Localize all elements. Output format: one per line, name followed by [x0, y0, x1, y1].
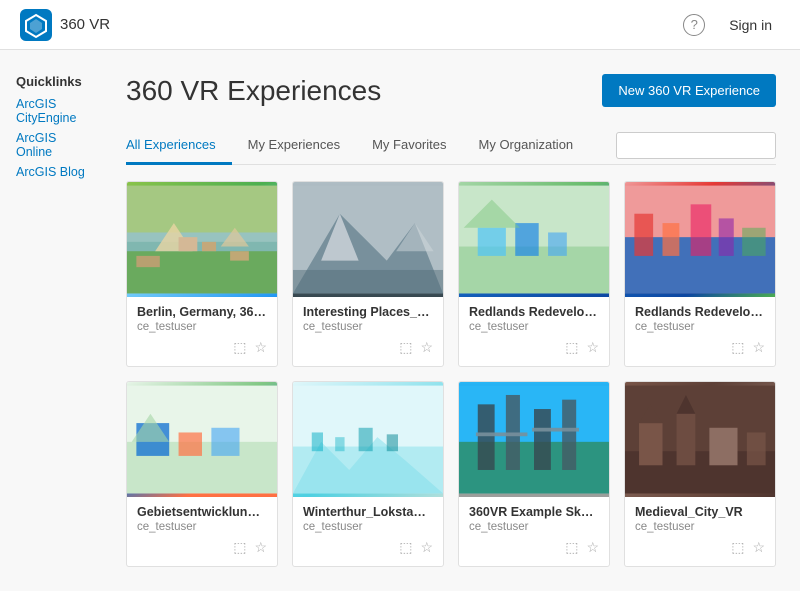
card-item[interactable]: Berlin, Germany, 360 VR E... ce_testuser…	[126, 181, 278, 367]
search-wrapper	[616, 132, 776, 159]
card-author: ce_testuser	[469, 321, 599, 333]
card-preview-icon[interactable]: ⬚	[399, 339, 412, 356]
search-input[interactable]	[616, 132, 776, 159]
card-title: Berlin, Germany, 360 VR E...	[137, 305, 267, 319]
card-info: Berlin, Germany, 360 VR E... ce_testuser…	[127, 297, 277, 366]
card-favorite-icon[interactable]: ☆	[586, 339, 599, 356]
card-author: ce_testuser	[303, 521, 433, 533]
card-thumbnail	[459, 182, 609, 297]
card-author: ce_testuser	[635, 321, 765, 333]
tabs-row: All Experiences My Experiences My Favori…	[126, 127, 776, 165]
tab-my-organization[interactable]: My Organization	[463, 127, 590, 165]
card-title: Interesting Places_360VR.js	[303, 305, 433, 319]
card-thumbnail	[127, 382, 277, 497]
card-favorite-icon[interactable]: ☆	[752, 339, 765, 356]
sign-in-button[interactable]: Sign in	[721, 13, 780, 37]
sidebar-section-title: Quicklinks	[16, 74, 94, 89]
card-info: Medieval_City_VR ce_testuser ⬚ ☆	[625, 497, 775, 566]
card-title: Medieval_City_VR	[635, 505, 765, 519]
card-thumbnail	[293, 382, 443, 497]
card-actions: ⬚ ☆	[469, 539, 599, 560]
card-info: 360VR Example Skybridge... ce_testuser ⬚…	[459, 497, 609, 566]
tabs-nav: All Experiences My Experiences My Favori…	[126, 127, 589, 164]
tab-my-experiences[interactable]: My Experiences	[232, 127, 356, 165]
card-item[interactable]: Redlands Redevelopment ce_testuser ⬚ ☆	[624, 181, 776, 367]
card-preview-icon[interactable]: ⬚	[565, 339, 578, 356]
card-actions: ⬚ ☆	[137, 539, 267, 560]
card-item[interactable]: Redlands Redevelopment ... ce_testuser ⬚…	[458, 181, 610, 367]
card-thumbnail	[293, 182, 443, 297]
card-thumbnail	[625, 382, 775, 497]
page-title: 360 VR Experiences	[126, 75, 381, 107]
sidebar-link-online[interactable]: ArcGIS Online	[16, 131, 94, 159]
tab-my-favorites[interactable]: My Favorites	[356, 127, 462, 165]
card-item[interactable]: 360VR Example Skybridge... ce_testuser ⬚…	[458, 381, 610, 567]
card-item[interactable]: Interesting Places_360VR.js ce_testuser …	[292, 181, 444, 367]
card-author: ce_testuser	[137, 321, 267, 333]
card-actions: ⬚ ☆	[635, 339, 765, 360]
card-author: ce_testuser	[635, 521, 765, 533]
app-logo-icon	[20, 9, 52, 41]
card-actions: ⬚ ☆	[137, 339, 267, 360]
main-content: 360 VR Experiences New 360 VR Experience…	[110, 50, 800, 591]
card-actions: ⬚ ☆	[469, 339, 599, 360]
card-item[interactable]: Medieval_City_VR ce_testuser ⬚ ☆	[624, 381, 776, 567]
card-info: Gebietsentwicklung_Man... ce_testuser ⬚ …	[127, 497, 277, 566]
card-favorite-icon[interactable]: ☆	[254, 339, 267, 356]
card-item[interactable]: Gebietsentwicklung_Man... ce_testuser ⬚ …	[126, 381, 278, 567]
page-layout: Quicklinks ArcGIS CityEngine ArcGIS Onli…	[0, 50, 800, 591]
app-title: 360 VR	[60, 16, 110, 33]
card-preview-icon[interactable]: ⬚	[731, 339, 744, 356]
app-header: 360 VR ? Sign in	[0, 0, 800, 50]
tab-all-experiences[interactable]: All Experiences	[126, 127, 232, 165]
card-thumbnail	[625, 182, 775, 297]
card-author: ce_testuser	[137, 521, 267, 533]
card-favorite-icon[interactable]: ☆	[420, 339, 433, 356]
search-area	[616, 132, 776, 159]
sidebar-link-cityengine[interactable]: ArcGIS CityEngine	[16, 97, 94, 125]
card-actions: ⬚ ☆	[303, 539, 433, 560]
cards-grid-row2: Gebietsentwicklung_Man... ce_testuser ⬚ …	[126, 381, 776, 567]
sidebar-link-blog[interactable]: ArcGIS Blog	[16, 165, 94, 179]
cards-grid-row1: Berlin, Germany, 360 VR E... ce_testuser…	[126, 181, 776, 367]
page-header: 360 VR Experiences New 360 VR Experience	[126, 74, 776, 107]
card-title: Redlands Redevelopment	[635, 305, 765, 319]
card-thumbnail	[459, 382, 609, 497]
card-author: ce_testuser	[469, 521, 599, 533]
card-info: Interesting Places_360VR.js ce_testuser …	[293, 297, 443, 366]
card-info: Winterthur_Lokstadt_v1 c... ce_testuser …	[293, 497, 443, 566]
card-actions: ⬚ ☆	[635, 539, 765, 560]
card-item[interactable]: Winterthur_Lokstadt_v1 c... ce_testuser …	[292, 381, 444, 567]
card-info: Redlands Redevelopment ce_testuser ⬚ ☆	[625, 297, 775, 366]
card-title: Redlands Redevelopment ...	[469, 305, 599, 319]
card-info: Redlands Redevelopment ... ce_testuser ⬚…	[459, 297, 609, 366]
help-button[interactable]: ?	[683, 14, 705, 36]
header-right: ? Sign in	[683, 13, 780, 37]
card-title: 360VR Example Skybridge...	[469, 505, 599, 519]
card-author: ce_testuser	[303, 321, 433, 333]
card-title: Gebietsentwicklung_Man...	[137, 505, 267, 519]
card-title: Winterthur_Lokstadt_v1 c...	[303, 505, 433, 519]
sidebar: Quicklinks ArcGIS CityEngine ArcGIS Onli…	[0, 50, 110, 591]
logo-area: 360 VR	[20, 9, 110, 41]
card-preview-icon[interactable]: ⬚	[233, 339, 246, 356]
new-experience-button[interactable]: New 360 VR Experience	[602, 74, 776, 107]
card-actions: ⬚ ☆	[303, 339, 433, 360]
card-thumbnail	[127, 182, 277, 297]
